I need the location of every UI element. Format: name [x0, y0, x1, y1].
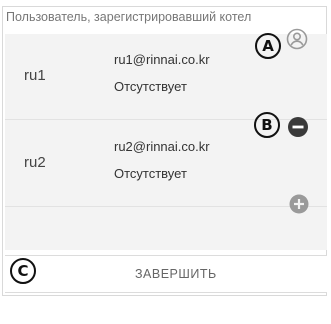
user-email: ru1@rinnai.co.kr — [114, 52, 210, 67]
finish-button[interactable]: ЗАВЕРШИТЬ — [135, 267, 217, 281]
remove-circle-icon[interactable] — [287, 116, 309, 138]
finish-bar: ЗАВЕРШИТЬ — [5, 255, 327, 293]
callout-c: C — [10, 258, 36, 284]
callout-a: A — [255, 33, 281, 59]
user-name: ru2 — [24, 154, 46, 171]
row-divider — [5, 206, 327, 207]
section-title: Пользователь, зарегистрировавший котел — [6, 10, 252, 24]
add-circle-icon[interactable] — [288, 193, 310, 215]
user-status: Отсутствует — [114, 79, 187, 94]
user-outline-icon[interactable] — [286, 28, 308, 50]
user-status: Отсутствует — [114, 166, 187, 181]
user-name: ru1 — [24, 67, 46, 84]
user-list: ru1 ru1@rinnai.co.kr Отсутствует ru2 ru2… — [5, 34, 327, 250]
user-row: ru2 ru2@rinnai.co.kr Отсутствует — [5, 121, 327, 206]
callout-b: B — [254, 112, 280, 138]
user-email: ru2@rinnai.co.kr — [114, 139, 210, 154]
